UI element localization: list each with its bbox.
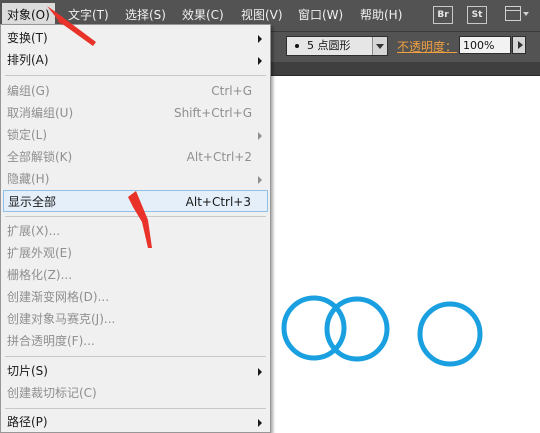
annotation-layer: [47, 6, 152, 248]
annotation-arrow-icon: [47, 6, 96, 46]
annotation-arrow-icon: [128, 191, 152, 248]
